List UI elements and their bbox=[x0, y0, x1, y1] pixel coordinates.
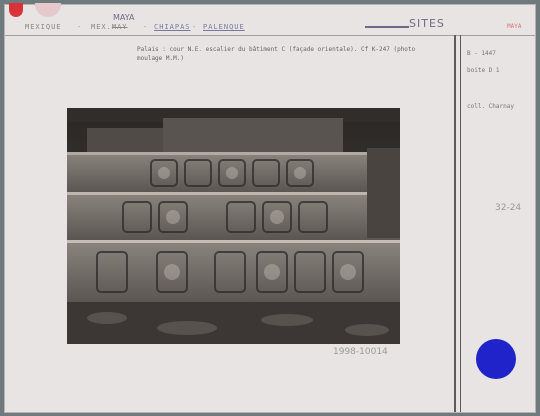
handwritten-maya: MAYA bbox=[113, 13, 135, 22]
catalog-card: MEXIQUE - MEX.MAY - CHIAPAS - PALENQUE M… bbox=[4, 3, 536, 413]
glyph-staircase-photo bbox=[67, 108, 400, 344]
handwritten-sites: SITES bbox=[409, 17, 445, 30]
header-separator: - bbox=[77, 23, 83, 31]
blue-dot-marker bbox=[476, 339, 516, 379]
header-state: CHIAPAS bbox=[154, 23, 191, 31]
red-tab-marker bbox=[9, 3, 23, 17]
inventory-number: 1998-10014 bbox=[333, 347, 388, 357]
collection-name: coll. Charnay bbox=[467, 103, 514, 110]
reference-number: B - 1447 bbox=[467, 50, 496, 57]
pencil-reference: 32-24 bbox=[495, 203, 522, 213]
photo-caption: Palais : cour N.E. escalier du bâtiment … bbox=[137, 46, 416, 62]
column-divider bbox=[460, 35, 461, 412]
pink-tab-marker bbox=[35, 3, 61, 17]
header-site: PALENQUE bbox=[203, 23, 245, 31]
archival-photograph bbox=[67, 108, 400, 344]
header-country: MEXIQUE bbox=[25, 23, 62, 31]
card-header: MEXIQUE - MEX.MAY - CHIAPAS - PALENQUE M… bbox=[5, 3, 535, 36]
struck-text-mark bbox=[365, 26, 409, 28]
header-subregion: MEX.MAY bbox=[91, 23, 128, 31]
box-number: boite D 1 bbox=[467, 67, 500, 74]
header-separator: - bbox=[192, 23, 198, 31]
column-divider bbox=[454, 35, 456, 412]
header-separator: - bbox=[143, 23, 149, 31]
header-culture-tag: MAYA bbox=[507, 23, 522, 30]
